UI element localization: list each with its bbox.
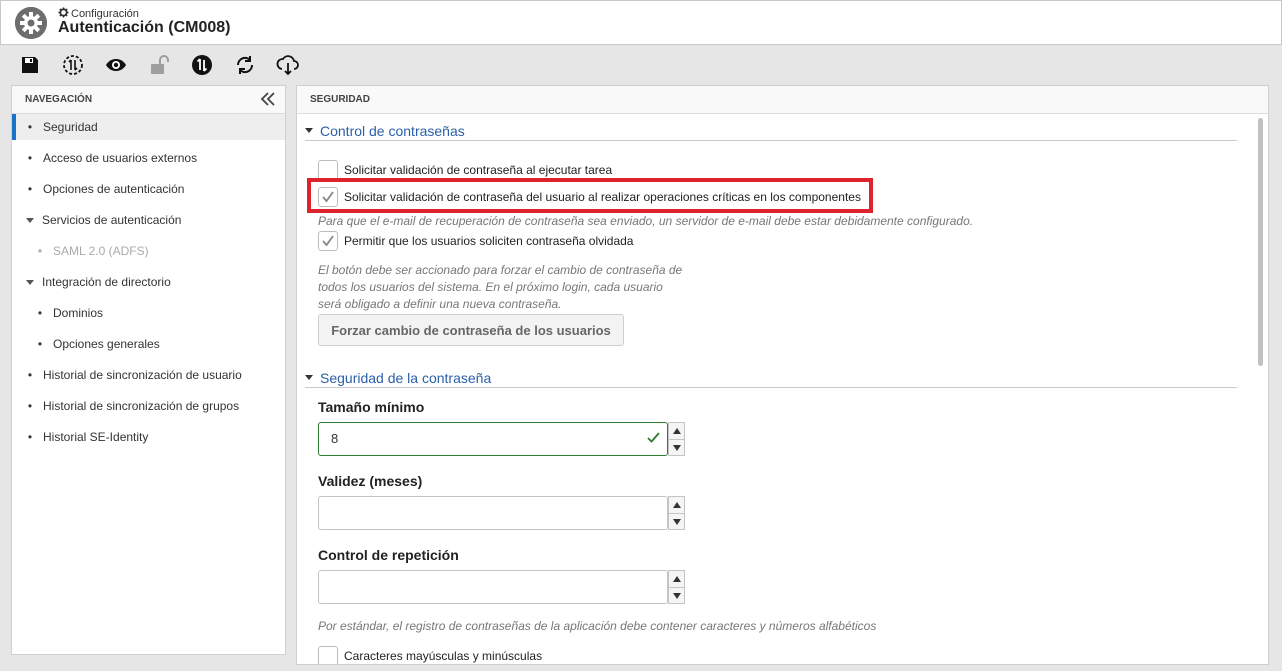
case-checkbox-row[interactable]: Caracteres mayúsculas y minúsculas [318,646,543,664]
nav-item-historial-usuario[interactable]: • Historial de sincronización de usuario [12,362,285,388]
repeat-control-label: Control de repetición [318,547,459,563]
nav-item-acceso-externos[interactable]: • Acceso de usuarios externos [12,145,285,171]
nav-item-label: Historial de sincronización de usuario [43,368,242,382]
spin-down-button[interactable] [668,587,685,604]
title-bar: Configuración Autenticación (CM008) [0,0,1282,45]
refresh-icon[interactable] [233,53,257,77]
collapse-double-chevron-icon[interactable] [259,90,277,108]
nav-item-opciones-autenticacion[interactable]: • Opciones de autenticación [12,176,285,202]
navigation-panel: NAVEGACIÓN • Seguridad • Acceso de usuar… [11,85,286,655]
hint-line: todos los usuarios del sistema. En el pr… [318,280,663,294]
spin-up-button[interactable] [668,570,685,587]
nav-item-integracion-directorio[interactable]: Integración de directorio [12,269,285,295]
validity-label: Validez (meses) [318,473,423,489]
min-size-input[interactable]: 8 [318,422,668,456]
forgot-password-checkbox-row[interactable]: Permitir que los usuarios soliciten cont… [318,231,633,251]
security-header: SEGURIDAD [297,86,1268,114]
valid-check-icon [647,431,660,449]
min-size-label: Tamaño mínimo [318,399,425,415]
bullet-icon: • [37,306,43,320]
checkmark-icon [322,235,334,247]
collapse-caret-icon[interactable] [305,375,313,380]
section-password-security[interactable]: Seguridad de la contraseña [305,368,1237,388]
sync-icon[interactable] [61,53,85,77]
arrow-up-icon [672,428,681,434]
transfer-icon[interactable] [190,53,214,77]
hint-line: será obligado a definir una nueva contra… [318,297,562,311]
nav-item-label: Acceso de usuarios externos [43,151,198,165]
arrow-down-icon [672,518,681,525]
bullet-icon: • [37,244,43,258]
nav-item-dominios[interactable]: • Dominios [12,300,285,326]
validate-task-checkbox[interactable] [318,160,338,180]
validity-field [318,496,685,530]
default-registry-hint: Por estándar, el registro de contraseñas… [318,619,877,633]
force-password-change-button[interactable]: Forzar cambio de contraseña de los usuar… [318,314,624,346]
case-checkbox[interactable] [318,646,338,664]
expand-caret-icon[interactable] [26,279,34,285]
nav-item-label: SAML 2.0 (ADFS) [53,244,149,258]
checkbox-label: Solicitar validación de contraseña al ej… [344,163,613,177]
arrow-down-icon [672,444,681,451]
repeat-control-input[interactable] [318,570,668,604]
navigation-title: NAVEGACIÓN [25,94,93,105]
validity-input[interactable] [318,496,668,530]
nav-item-seguridad[interactable]: • Seguridad [12,114,285,140]
bullet-icon: • [27,182,33,196]
nav-item-label: Seguridad [43,120,98,134]
forgot-password-checkbox[interactable] [318,231,338,251]
nav-item-label: Historial SE-Identity [43,430,149,444]
highlight-annotation [307,178,873,213]
page-title: Autenticación (CM008) [58,19,231,36]
nav-item-label: Historial de sincronización de grupos [43,399,240,413]
spin-down-button[interactable] [668,439,685,456]
spin-up-button[interactable] [668,496,685,513]
bullet-icon: • [27,430,33,444]
spin-down-button[interactable] [668,513,685,530]
bullet-icon: • [27,120,33,134]
security-title: SEGURIDAD [310,94,371,105]
repeat-control-field [318,570,685,604]
checkbox-label: Caracteres mayúsculas y minúsculas [344,649,543,663]
security-panel: SEGURIDAD Control de contraseñas Solicit… [296,85,1269,665]
arrow-down-icon [672,592,681,599]
nav-item-label: Integración de directorio [42,275,171,289]
cloud-download-icon[interactable] [276,53,300,77]
bullet-icon: • [37,337,43,351]
nav-item-opciones-generales[interactable]: • Opciones generales [12,331,285,357]
force-change-hint: El botón debe ser accionado para forzar … [318,262,682,313]
view-icon[interactable] [104,53,128,77]
nav-item-servicios-autenticacion[interactable]: Servicios de autenticación [12,207,285,233]
nav-item-historial-grupos[interactable]: • Historial de sincronización de grupos [12,393,285,419]
bullet-icon: • [27,151,33,165]
bullet-icon: • [27,368,33,382]
nav-item-label: Opciones de autenticación [43,182,185,196]
arrow-up-icon [672,576,681,582]
validate-task-checkbox-row[interactable]: Solicitar validación de contraseña al ej… [318,160,612,180]
settings-logo-icon [15,7,47,39]
unlock-icon[interactable] [147,53,171,77]
vertical-scrollbar[interactable] [1258,118,1263,366]
spin-up-button[interactable] [668,422,685,439]
section-password-control[interactable]: Control de contraseñas [305,121,1237,141]
toolbar [0,45,1282,85]
hint-line: El botón debe ser accionado para forzar … [318,263,683,277]
nav-item-saml: • SAML 2.0 (ADFS) [12,238,285,264]
nav-item-label: Dominios [53,306,104,320]
arrow-up-icon [672,502,681,508]
save-icon[interactable] [18,53,42,77]
checkbox-label: Permitir que los usuarios soliciten cont… [344,234,634,248]
collapse-caret-icon[interactable] [305,128,313,133]
navigation-header: NAVEGACIÓN [12,86,285,114]
nav-item-label: Opciones generales [53,337,160,351]
section-title: Control de contraseñas [320,122,465,139]
min-size-field: 8 [318,422,685,456]
section-title: Seguridad de la contraseña [320,369,492,386]
nav-item-historial-se-identity[interactable]: • Historial SE-Identity [12,424,285,450]
email-hint: Para que el e-mail de recuperación de co… [318,214,974,228]
expand-caret-icon[interactable] [26,217,34,223]
bullet-icon: • [27,399,33,413]
nav-item-label: Servicios de autenticación [42,213,182,227]
